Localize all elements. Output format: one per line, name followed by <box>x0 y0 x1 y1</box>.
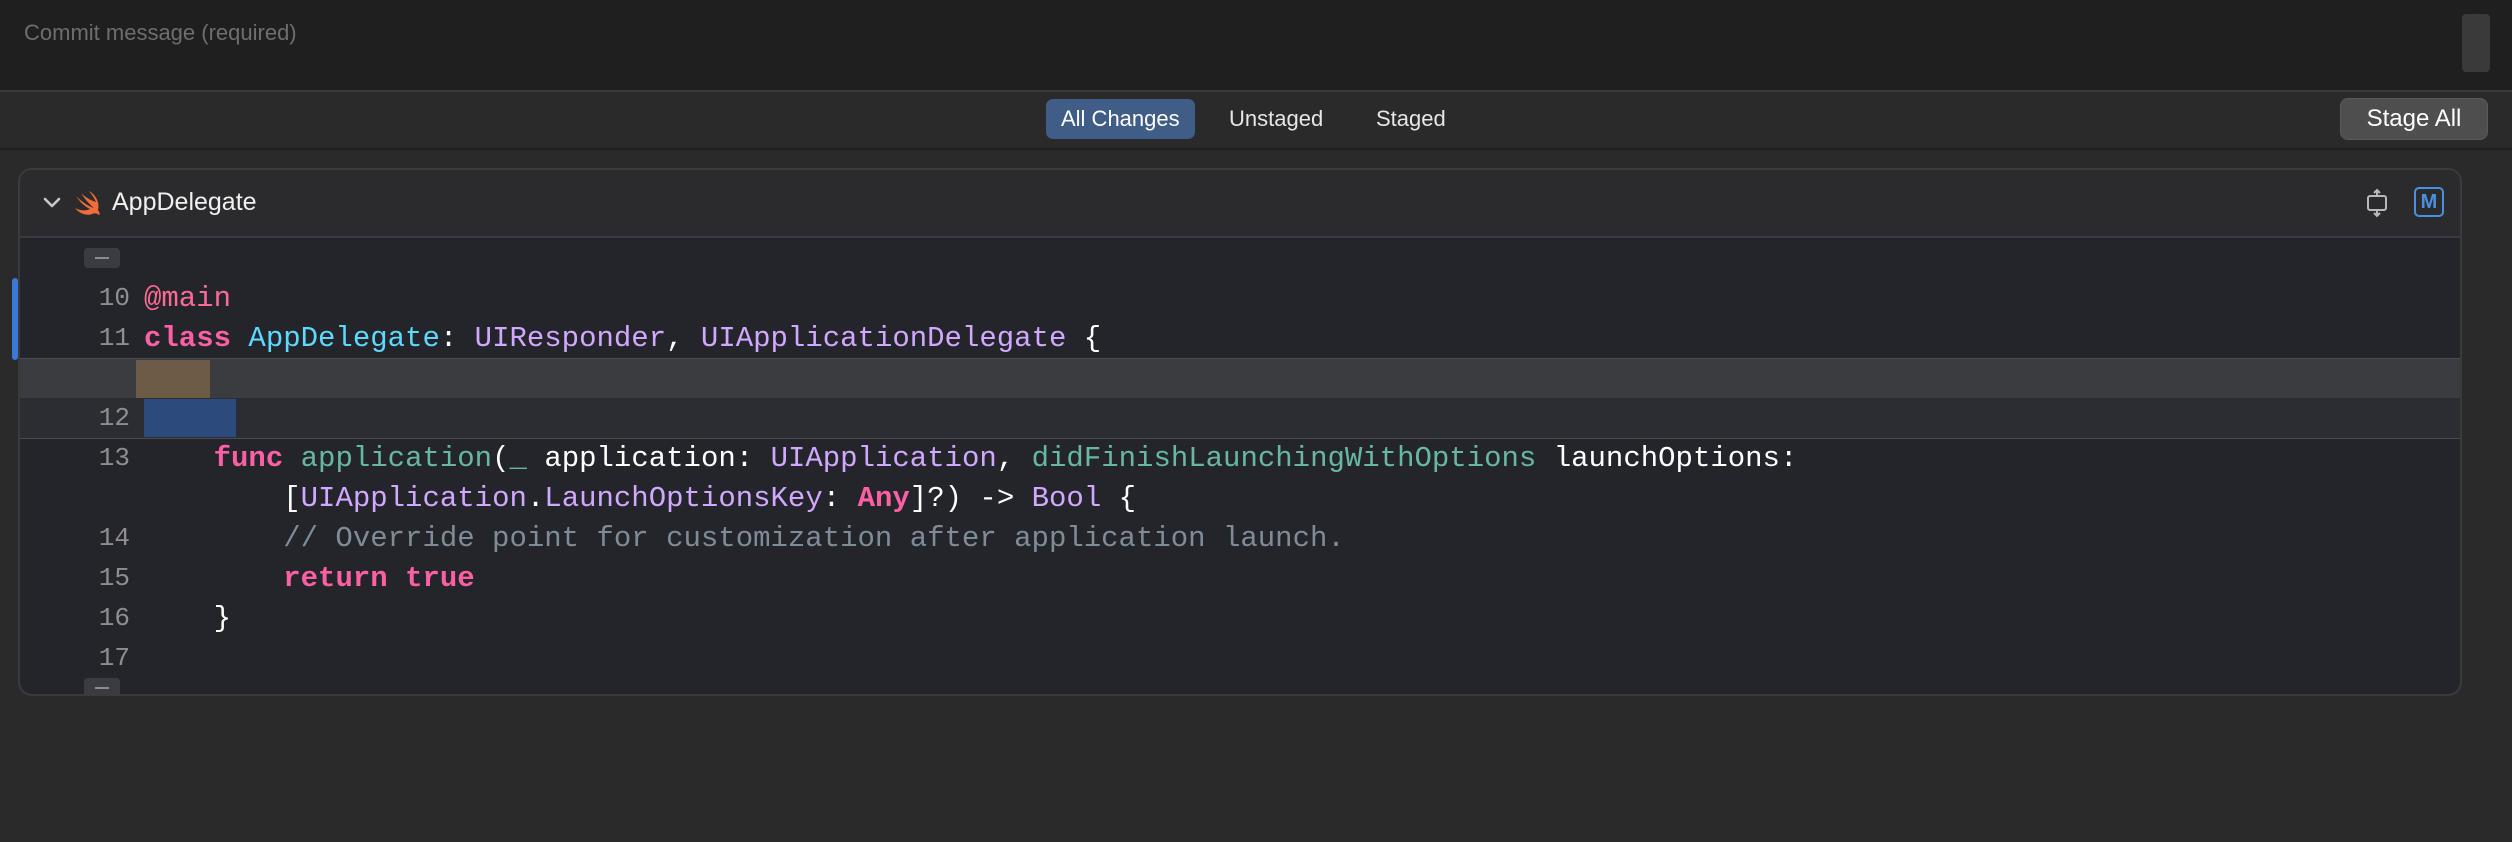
code-text: return true <box>283 561 475 595</box>
chevron-down-icon[interactable] <box>40 190 64 214</box>
code-line: 16 } <box>20 598 2460 638</box>
modified-status-badge: M <box>2414 187 2444 217</box>
file-name: AppDelegate <box>112 188 257 216</box>
commit-message-input[interactable] <box>22 12 2446 54</box>
expand-above-button[interactable] <box>84 248 120 268</box>
expand-icon[interactable] <box>2362 188 2392 218</box>
line-number: 14 <box>98 523 130 553</box>
tab-staged[interactable]: Staged <box>1361 99 1461 139</box>
code-line: 14 // Override point for customization a… <box>20 518 2460 558</box>
code-line-continuation: [UIApplication.LaunchOptionsKey: Any]?) … <box>20 478 2460 518</box>
code-text: } <box>144 601 232 635</box>
commit-message-area <box>0 0 2512 92</box>
removed-line[interactable] <box>20 358 2460 400</box>
code-text: @main <box>144 281 232 315</box>
line-number: 15 <box>98 563 130 593</box>
code-diff-view: 10 @main 11 class AppDelegate: UIRespond… <box>20 238 2460 694</box>
added-whitespace-highlight <box>144 399 236 437</box>
code-text: class AppDelegate: UIResponder, UIApplic… <box>144 321 1102 355</box>
line-number: 10 <box>98 283 130 313</box>
code-text: func application(_ application: UIApplic… <box>213 441 1798 475</box>
line-number: 17 <box>98 643 130 673</box>
added-line[interactable]: 12 <box>20 398 2460 439</box>
commit-scrollbar[interactable] <box>2462 14 2490 72</box>
code-line: 11 class AppDelegate: UIResponder, UIApp… <box>20 318 2460 358</box>
code-line: 17 <box>20 638 2460 678</box>
line-number: 11 <box>98 323 130 353</box>
code-text: [UIApplication.LaunchOptionsKey: Any]?) … <box>283 481 1137 515</box>
line-number: 12 <box>98 403 130 433</box>
stage-all-button[interactable]: Stage All <box>2340 98 2488 140</box>
swift-icon <box>75 191 100 215</box>
filter-bar: All Changes Unstaged Staged Stage All <box>0 92 2512 150</box>
change-indicator-bar <box>12 278 18 360</box>
line-number: 13 <box>98 443 130 473</box>
tab-unstaged[interactable]: Unstaged <box>1214 99 1338 139</box>
code-comment: // Override point for customization afte… <box>144 521 1345 555</box>
code-line: 13 func application(_ application: UIApp… <box>20 438 2460 478</box>
tab-all-changes[interactable]: All Changes <box>1046 99 1195 139</box>
removed-whitespace-highlight <box>136 360 210 398</box>
code-line: 10 @main <box>20 278 2460 318</box>
expand-below-button[interactable] <box>84 678 120 694</box>
code-line: 15 return true <box>20 558 2460 598</box>
line-number: 16 <box>98 603 130 633</box>
file-header[interactable]: AppDelegate M <box>20 170 2460 238</box>
file-diff-card: AppDelegate M 10 @main 11 class AppDeleg… <box>18 168 2462 696</box>
